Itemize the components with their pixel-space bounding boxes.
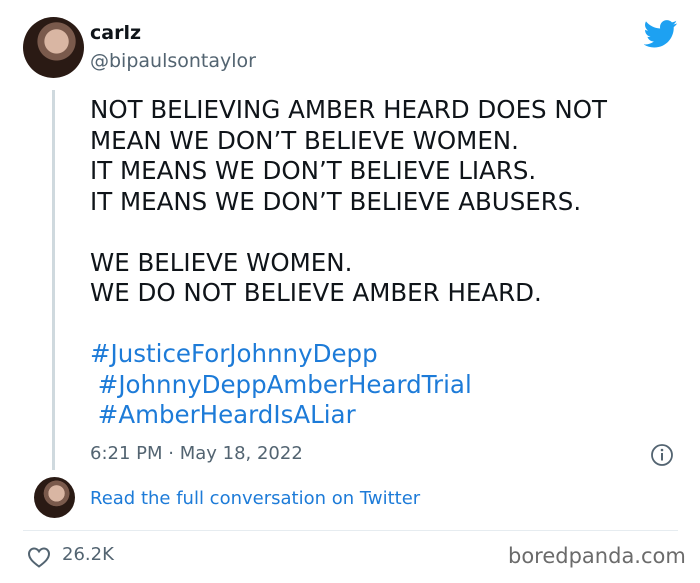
author-display-name[interactable]: carlz [90, 22, 141, 44]
info-icon[interactable] [650, 443, 674, 467]
reader-avatar [34, 477, 75, 518]
author-handle[interactable]: @bipaulsontaylor [90, 50, 256, 72]
thread-line [52, 90, 55, 470]
hashtag-link[interactable]: #JusticeForJohnnyDepp [90, 339, 680, 370]
hashtag-link[interactable]: #AmberHeardIsALiar [90, 400, 680, 431]
heart-icon[interactable] [27, 546, 51, 568]
read-conversation-link[interactable]: Read the full conversation on Twitter [90, 488, 420, 509]
divider [23, 530, 678, 531]
hashtag-link[interactable]: #JohnnyDeppAmberHeardTrial [90, 370, 680, 401]
tweet-timestamp[interactable]: 6:21 PM · May 18, 2022 [90, 443, 303, 464]
twitter-bird-icon[interactable] [644, 20, 678, 48]
watermark: boredpanda.com [508, 544, 686, 568]
tweet-text: NOT BELIEVING AMBER HEARD DOES NOT MEAN … [90, 95, 607, 307]
author-avatar[interactable] [23, 17, 84, 78]
hashtag-list: #JusticeForJohnnyDepp #JohnnyDeppAmberHe… [90, 339, 680, 431]
like-count[interactable]: 26.2K [62, 544, 114, 565]
